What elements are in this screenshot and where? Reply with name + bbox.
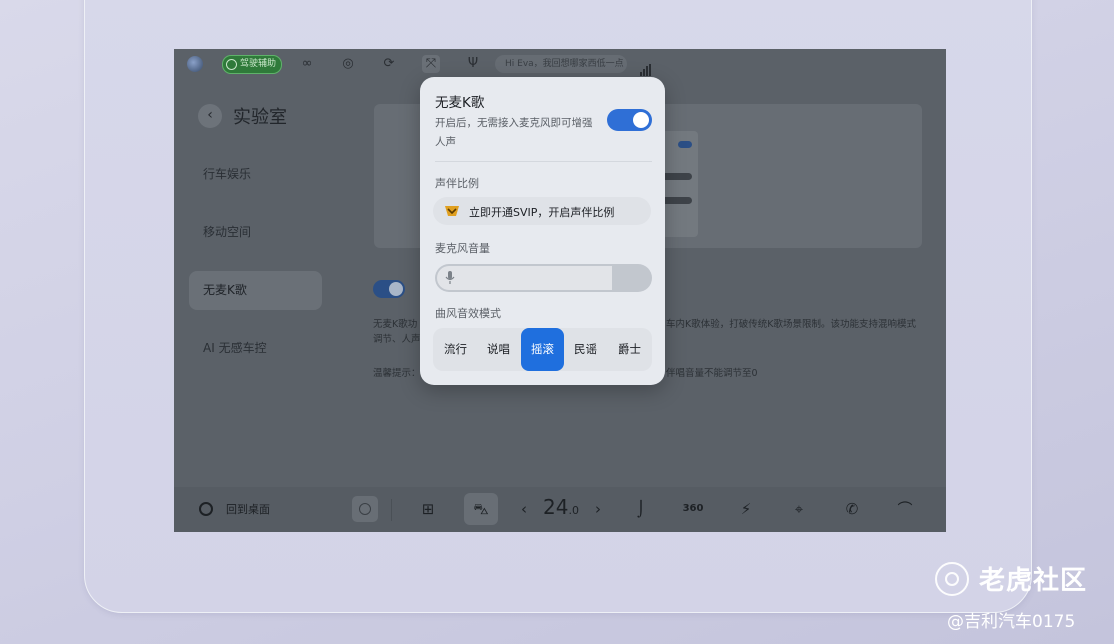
target-icon[interactable]: ◎ (339, 55, 357, 73)
user-avatar[interactable] (187, 56, 203, 72)
mic-volume-fill (437, 266, 612, 290)
microphone-icon (445, 271, 455, 284)
sidebar-item-mobile-space[interactable]: 移动空间 (189, 213, 322, 252)
page-title: 实验室 (233, 107, 287, 128)
accompaniment-label: 声伴比例 (435, 177, 479, 190)
preview-toggle (678, 141, 692, 148)
karaoke-toggle[interactable] (607, 109, 652, 131)
car-icon: ⛍ (473, 500, 489, 518)
media-icon[interactable] (352, 496, 378, 522)
sidebar-item-driving-entertainment[interactable]: 行车娱乐 (189, 155, 322, 194)
feature-description-right: 车内K歌体验，打破传统K歌场景限制。该功能支持混响模式 (666, 319, 916, 330)
feature-toggle[interactable] (373, 280, 405, 298)
steering-icon (226, 59, 237, 70)
mode-option-jazz[interactable]: 爵士 (608, 328, 651, 371)
home-button-label[interactable]: 回到桌面 (226, 501, 270, 517)
disconnect-icon[interactable]: ⤧ (422, 55, 440, 73)
tip-text: 伴唱音量不能调节至0 (666, 368, 758, 379)
seat-icon[interactable]: ⌡ (627, 497, 655, 521)
tip-label: 温馨提示： (373, 368, 421, 379)
temperature-display: 24.0 (543, 495, 579, 519)
status-bar: 驾驶辅助 ∞ ◎ ⟳ ⤧ Ψ Hi Eva，我回想哪家西低一点 (174, 49, 946, 79)
divider (435, 161, 652, 162)
watermark-title: 老虎社区 (979, 566, 1088, 596)
360-view-icon[interactable]: 360 (679, 497, 707, 521)
link-icon[interactable]: ∞ (298, 55, 316, 73)
sidebar-item-label: AI 无感车控 (203, 341, 267, 355)
sidebar-item-ai-car-control[interactable]: AI 无感车控 (189, 329, 322, 368)
sidebar-item-label: 行车娱乐 (203, 167, 252, 181)
voice-assistant-hint[interactable]: Hi Eva，我回想哪家西低一点 (495, 55, 627, 73)
mode-option-pop[interactable]: 流行 (434, 328, 477, 371)
mode-option-rap[interactable]: 说唱 (477, 328, 520, 371)
temperature-decimal: .0 (568, 504, 579, 517)
sound-mode-selector: 流行 说唱 摇滚 民谣 爵士 (433, 328, 652, 371)
phone-icon[interactable]: ✆ (838, 497, 866, 521)
car-button[interactable]: ⛍ (464, 493, 498, 525)
svip-text: 立即开通SVIP，开启声伴比例 (469, 206, 615, 219)
chevron-left-icon: ‹ (207, 107, 213, 123)
svip-crown-icon (445, 206, 459, 216)
popup-title: 无麦K歌 (435, 95, 485, 111)
feature-description-left: 无麦K歌功调节、人声 (373, 319, 421, 345)
home-icon[interactable] (199, 502, 213, 516)
driving-assist-badge[interactable]: 驾驶辅助 (222, 55, 283, 74)
sidebar-item-mic-free-karaoke[interactable]: 无麦K歌 (189, 271, 322, 310)
mic-volume-label: 麦克风音量 (435, 242, 490, 255)
apps-grid-icon[interactable]: ⊞ (414, 497, 442, 521)
karaoke-settings-popup: 无麦K歌 开启后，无需接入麦克风即可增强人声 声伴比例 立即开通SVIP，开启声… (420, 77, 665, 385)
mode-option-rock[interactable]: 摇滚 (521, 328, 564, 371)
location-icon[interactable]: ⌖ (785, 497, 813, 521)
back-button[interactable]: ‹ (198, 104, 222, 128)
usb-icon[interactable]: Ψ (464, 55, 482, 73)
sidebar-item-label: 无麦K歌 (203, 283, 247, 297)
watermark-subtitle: @吉利汽车0175 (947, 612, 1076, 632)
bottom-dock: 回到桌面 ⊞ ⛍ ‹ 24.0 › ⌡ 360 ⚡ ⌖ ✆ ⌒ (174, 487, 946, 532)
sidebar-item-label: 移动空间 (203, 225, 252, 239)
chevron-right-icon[interactable]: › (584, 497, 612, 521)
play-circle-icon[interactable]: ⟳ (380, 55, 398, 73)
mic-volume-slider[interactable] (435, 264, 652, 292)
sound-mode-label: 曲风音效模式 (435, 307, 501, 320)
temperature-value: 24 (543, 495, 569, 519)
signal-icon (640, 57, 652, 76)
charge-icon[interactable]: ⚡ (732, 497, 760, 521)
chevron-left-icon[interactable]: ‹ (510, 497, 538, 521)
popup-description: 开启后，无需接入麦克风即可增强人声 (435, 117, 593, 148)
dock-divider (391, 499, 392, 521)
wiper-icon[interactable]: ⌒ (891, 497, 919, 521)
driving-assist-label: 驾驶辅助 (240, 59, 277, 69)
tiger-community-logo (935, 562, 969, 596)
mode-option-folk[interactable]: 民谣 (564, 328, 607, 371)
svip-upgrade-button[interactable]: 立即开通SVIP，开启声伴比例 (433, 197, 651, 225)
